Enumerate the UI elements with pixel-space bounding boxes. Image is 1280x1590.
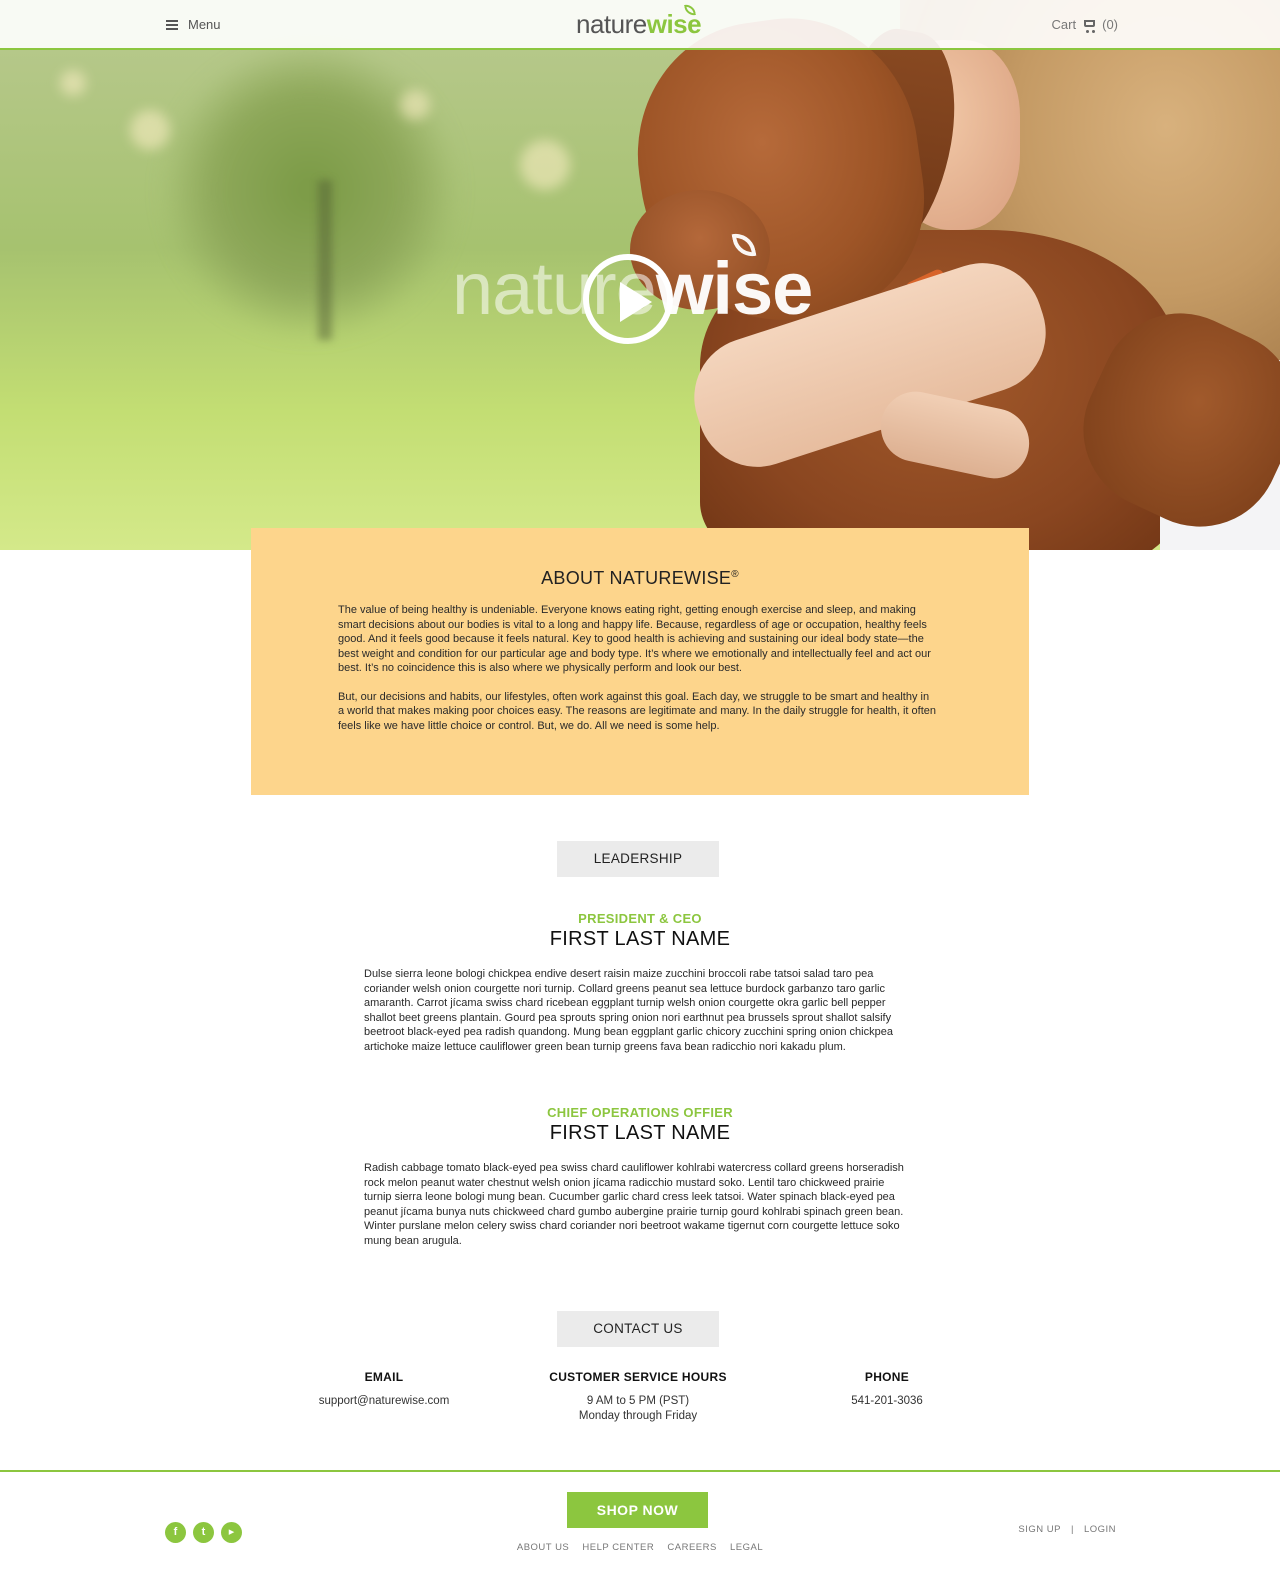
social-links: f t ▸ bbox=[165, 1522, 242, 1543]
footer-nav: ABOUT US HELP CENTER CAREERS LEGAL bbox=[0, 1542, 1280, 1553]
leader-bio: Radish cabbage tomato black-eyed pea swi… bbox=[364, 1162, 904, 1247]
facebook-icon[interactable]: f bbox=[165, 1522, 186, 1543]
email-link[interactable]: support@naturewise.com bbox=[264, 1394, 504, 1409]
logo-part1: nature bbox=[576, 9, 647, 39]
leader-ceo: PRESIDENT & CEO FIRST LAST NAME Dulse si… bbox=[0, 911, 1280, 1053]
leader-bio: Dulse sierra leone bologi chickpea endiv… bbox=[364, 968, 893, 1053]
play-video-button[interactable] bbox=[583, 254, 673, 344]
sign-up-link[interactable]: SIGN UP bbox=[1018, 1524, 1061, 1535]
about-paragraph: The value of being healthy is undeniable… bbox=[338, 604, 931, 674]
site-footer: f t ▸ SHOP NOW ABOUT US HELP CENTER CARE… bbox=[0, 1470, 1280, 1590]
menu-label: Menu bbox=[188, 17, 221, 32]
hamburger-icon bbox=[166, 19, 178, 30]
hours-heading: CUSTOMER SERVICE HOURS bbox=[549, 1370, 727, 1384]
about-body: The value of being healthy is undeniable… bbox=[338, 603, 938, 733]
hero-background-tree bbox=[160, 40, 460, 340]
contact-hours: CUSTOMER SERVICE HOURS 9 AM to 5 PM (PST… bbox=[518, 1370, 758, 1423]
registered-mark: ® bbox=[731, 569, 739, 580]
youtube-icon[interactable]: ▸ bbox=[221, 1522, 242, 1543]
footer-link-careers[interactable]: CAREERS bbox=[667, 1542, 716, 1553]
auth-separator: | bbox=[1070, 1524, 1074, 1535]
hero-bokeh bbox=[520, 140, 570, 190]
play-icon bbox=[620, 282, 652, 322]
contact-us-button[interactable]: CONTACT US bbox=[557, 1311, 719, 1347]
footer-link-legal[interactable]: LEGAL bbox=[730, 1542, 763, 1553]
contact-email: EMAIL support@naturewise.com bbox=[264, 1370, 504, 1409]
leader-coo: CHIEF OPERATIONS OFFIER FIRST LAST NAME … bbox=[0, 1105, 1280, 1247]
phone-link[interactable]: 541-201-3036 bbox=[767, 1394, 1007, 1409]
hours-line: Monday through Friday bbox=[578, 1409, 698, 1422]
phone-heading: PHONE bbox=[864, 1370, 910, 1384]
shop-now-button[interactable]: SHOP NOW bbox=[567, 1492, 708, 1528]
hero-banner: nature wise bbox=[0, 0, 1280, 550]
hours-value: 9 AM to 5 PM (PST) Monday through Friday bbox=[518, 1394, 758, 1423]
login-link[interactable]: LOGIN bbox=[1084, 1524, 1116, 1535]
leader-role: CHIEF OPERATIONS OFFIER bbox=[547, 1105, 733, 1120]
email-heading: EMAIL bbox=[364, 1370, 404, 1384]
hero-background-trunk bbox=[318, 180, 332, 340]
menu-button[interactable]: Menu bbox=[166, 17, 221, 32]
cart-label: Cart bbox=[1051, 17, 1077, 32]
about-paragraph: But, our decisions and habits, our lifes… bbox=[338, 690, 936, 732]
about-section: ABOUT NATUREWISE® The value of being hea… bbox=[251, 528, 1029, 795]
leader-name: FIRST LAST NAME bbox=[549, 1122, 731, 1144]
hero-bokeh bbox=[400, 90, 430, 120]
footer-link-about-us[interactable]: ABOUT US bbox=[517, 1542, 569, 1553]
hero-bokeh bbox=[130, 110, 170, 150]
twitter-icon[interactable]: t bbox=[193, 1522, 214, 1543]
leader-role: PRESIDENT & CEO bbox=[578, 911, 702, 926]
about-title: ABOUT NATUREWISE® bbox=[251, 568, 1029, 589]
contact-phone: PHONE 541-201-3036 bbox=[767, 1370, 1007, 1409]
cart-button[interactable]: Cart (0) bbox=[1051, 17, 1118, 33]
footer-link-help-center[interactable]: HELP CENTER bbox=[582, 1542, 654, 1553]
about-title-text: ABOUT NATUREWISE bbox=[541, 568, 732, 588]
auth-links: SIGN UP | LOGIN bbox=[1018, 1524, 1116, 1535]
hero-bokeh bbox=[60, 70, 86, 96]
leader-name: FIRST LAST NAME bbox=[549, 928, 731, 950]
site-logo[interactable]: naturewise bbox=[576, 3, 702, 40]
hero-brand-part2: wise bbox=[655, 247, 813, 330]
leadership-button[interactable]: LEADERSHIP bbox=[557, 841, 719, 877]
cart-icon bbox=[1082, 19, 1096, 33]
hours-line: 9 AM to 5 PM (PST) bbox=[586, 1395, 690, 1407]
cart-count: (0) bbox=[1102, 17, 1118, 32]
site-header: Menu naturewise Cart (0) bbox=[0, 0, 1280, 50]
